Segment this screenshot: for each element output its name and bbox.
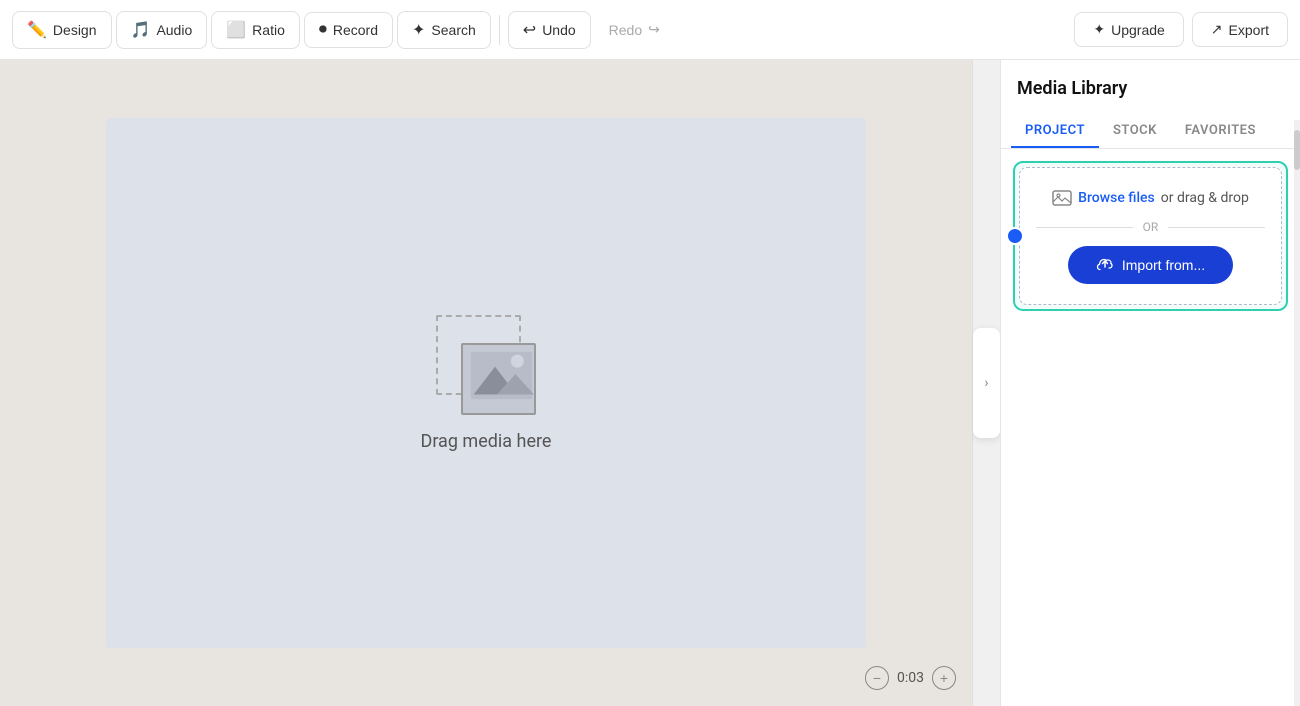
ratio-icon: ⬜ — [226, 20, 246, 40]
media-library-title: Media Library — [1001, 60, 1300, 99]
time-display: 0:03 — [897, 670, 924, 686]
record-label: Record — [333, 22, 378, 38]
media-placeholder: Drag media here — [421, 315, 552, 452]
export-label: Export — [1229, 22, 1269, 38]
undo-label: Undo — [542, 22, 575, 38]
media-library-panel: Media Library PROJECT STOCK FAVORITES Br… — [1000, 60, 1300, 706]
design-label: Design — [53, 22, 97, 38]
drag-media-text: Drag media here — [421, 431, 552, 452]
upload-drop-zone[interactable]: Browse files or drag & drop OR Import fr… — [1019, 167, 1282, 305]
blue-dot — [1006, 227, 1024, 245]
import-button[interactable]: Import from... — [1068, 246, 1233, 284]
redo-button[interactable]: Redo ↪ — [595, 13, 674, 46]
undo-icon: ↩ — [523, 20, 536, 40]
time-increase-button[interactable]: + — [932, 666, 956, 690]
or-label: OR — [1143, 220, 1159, 234]
ratio-button[interactable]: ⬜ Ratio — [211, 11, 300, 49]
tab-project[interactable]: PROJECT — [1011, 115, 1099, 148]
divider-1 — [499, 15, 500, 45]
upgrade-star-icon: ✦ — [1093, 21, 1105, 38]
or-line-left — [1036, 227, 1133, 228]
undo-button[interactable]: ↩ Undo — [508, 11, 591, 49]
toolbar-right: ✦ Upgrade ↗ Export — [1074, 12, 1288, 47]
search-button[interactable]: ✦ Search — [397, 11, 491, 49]
browse-text-row: Browse files or drag & drop — [1052, 188, 1249, 208]
collapse-card: › — [973, 328, 1000, 438]
record-icon: ⏺ — [319, 21, 327, 39]
record-button[interactable]: ⏺ Record — [304, 12, 393, 48]
or-line-right — [1168, 227, 1265, 228]
canvas-area: Drag media here − 0:03 + — [0, 60, 972, 706]
music-icon: 🎵 — [131, 20, 151, 40]
tab-favorites[interactable]: FAVORITES — [1171, 115, 1270, 148]
redo-label: Redo — [609, 22, 642, 38]
pen-icon: ✏️ — [27, 20, 47, 40]
time-decrease-button[interactable]: − — [865, 666, 889, 690]
media-icon-wrap — [436, 315, 536, 415]
chevron-right-icon: › — [984, 375, 988, 391]
time-control: − 0:03 + — [865, 666, 956, 690]
drag-drop-text: or drag & drop — [1161, 190, 1249, 206]
upload-area-wrapper: Browse files or drag & drop OR Import fr… — [1013, 161, 1288, 311]
upgrade-label: Upgrade — [1111, 22, 1165, 38]
mountain-svg — [469, 348, 534, 403]
main-area: Drag media here − 0:03 + › Media Library… — [0, 60, 1300, 706]
browse-files-link[interactable]: Browse files — [1078, 190, 1155, 206]
audio-label: Audio — [156, 22, 192, 38]
search-label: Search — [431, 22, 475, 38]
image-icon-solid — [461, 343, 536, 415]
export-button[interactable]: ↗ Export — [1192, 12, 1288, 47]
import-label: Import from... — [1122, 257, 1205, 273]
ratio-label: Ratio — [252, 22, 285, 38]
cloud-upload-icon — [1096, 256, 1114, 274]
panel-scrollbar[interactable] — [1294, 120, 1300, 706]
or-divider: OR — [1036, 220, 1265, 234]
upgrade-button[interactable]: ✦ Upgrade — [1074, 12, 1183, 47]
audio-button[interactable]: 🎵 Audio — [116, 11, 208, 49]
export-icon: ↗ — [1211, 21, 1223, 38]
image-upload-icon — [1052, 188, 1072, 208]
search-icon: ✦ — [412, 20, 425, 40]
media-tabs: PROJECT STOCK FAVORITES — [1001, 105, 1300, 149]
scrollbar-thumb — [1294, 130, 1300, 170]
timeline-bar: − 0:03 + — [0, 650, 972, 706]
tab-stock[interactable]: STOCK — [1099, 115, 1171, 148]
canvas-inner[interactable]: Drag media here — [106, 118, 866, 648]
collapse-handle[interactable]: › — [972, 60, 1000, 706]
design-button[interactable]: ✏️ Design — [12, 11, 112, 49]
redo-icon: ↪ — [648, 21, 660, 38]
toolbar: ✏️ Design 🎵 Audio ⬜ Ratio ⏺ Record ✦ Sea… — [0, 0, 1300, 60]
